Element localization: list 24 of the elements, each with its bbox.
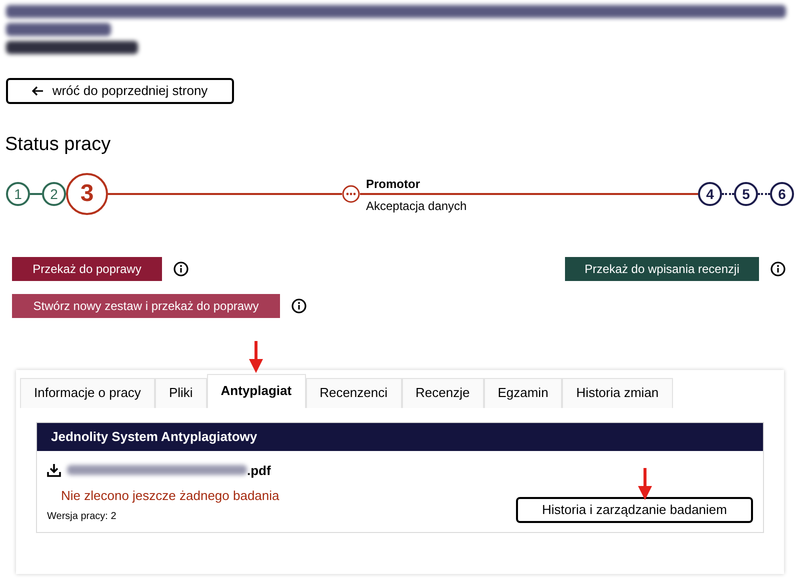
tab[interactable]: Recenzenci xyxy=(306,378,402,408)
arrow-left-icon xyxy=(32,86,44,96)
action-button[interactable]: Stwórz nowy zestaw i przekaż do poprawy xyxy=(12,294,280,318)
tab[interactable]: Recenzje xyxy=(402,378,484,408)
info-icon[interactable] xyxy=(770,260,786,276)
annotation-arrow xyxy=(638,468,652,500)
action-button[interactable]: Przekaż do wpisania recenzji xyxy=(565,256,759,280)
tab[interactable]: Informacje o pracy xyxy=(20,378,155,408)
action-button[interactable]: Przekaż do poprawy xyxy=(12,256,162,280)
tab[interactable]: Pliki xyxy=(154,378,207,408)
version-label: Wersja pracy: 2 xyxy=(47,510,118,524)
section-title: Status pracy xyxy=(4,133,112,157)
panel-header: Jednolity System Antyplagiatowy xyxy=(37,422,763,450)
back-button[interactable]: wróć do poprzedniej strony xyxy=(6,78,234,104)
file-extension: .pdf xyxy=(247,462,271,480)
download-icon[interactable] xyxy=(47,463,61,478)
tab[interactable]: Historia zmian xyxy=(562,378,673,408)
info-icon[interactable] xyxy=(291,298,307,314)
tab[interactable]: Antyplagiat xyxy=(206,374,306,408)
tab[interactable]: Egzamin xyxy=(484,378,562,408)
status-message: Nie zlecono jeszcze żadnego badania xyxy=(61,487,280,505)
history-button[interactable]: Historia i zarządzanie badaniem xyxy=(516,496,753,522)
info-icon[interactable] xyxy=(173,260,189,276)
annotation-arrow xyxy=(249,341,263,373)
